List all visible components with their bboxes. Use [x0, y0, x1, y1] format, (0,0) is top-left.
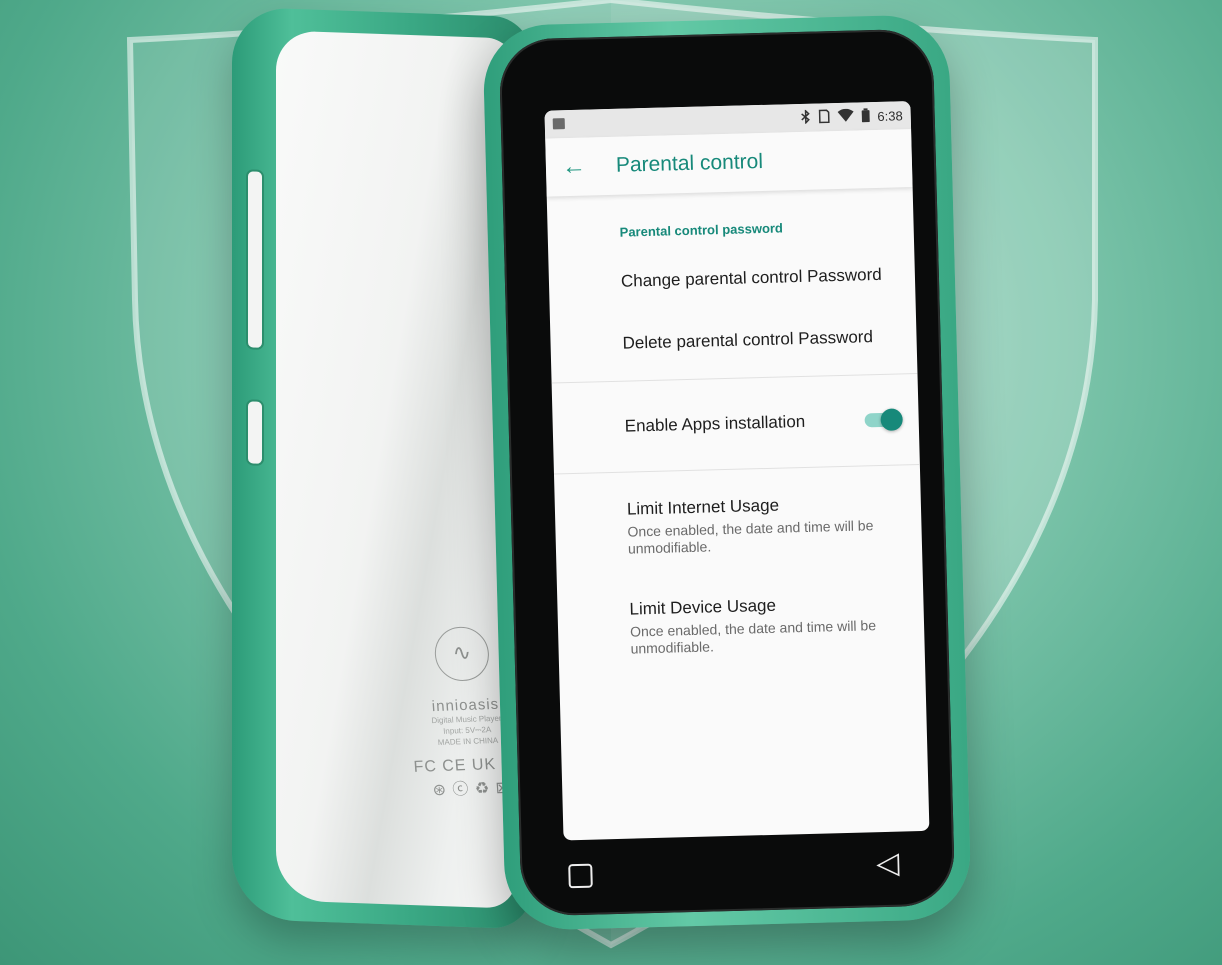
device-back-panel: ∿ innioasis Digital Music Player Input: …: [276, 30, 526, 909]
arrow-left-icon[interactable]: ←: [546, 152, 603, 181]
enable-apps-installation-item[interactable]: Enable Apps installation: [552, 380, 920, 468]
enable-apps-installation-label: Enable Apps installation: [624, 411, 806, 436]
navigation-bar: ◁: [520, 830, 955, 901]
change-password-label: Change parental control Password: [620, 264, 882, 291]
page-title: Parental control: [615, 149, 764, 177]
recents-square-icon[interactable]: [568, 863, 593, 889]
limit-internet-usage-title: Limit Internet Usage: [626, 495, 780, 519]
settings-list: Parental control password Change parenta…: [547, 187, 926, 680]
device-front-view: 6:38 ← Parental control Parental control…: [482, 14, 972, 931]
limit-device-usage-title: Limit Device Usage: [629, 595, 777, 619]
delete-password-label: Delete parental control Password: [622, 327, 874, 353]
wifi-icon: [837, 108, 854, 125]
limit-device-usage-summary: Once enabled, the date and time will be …: [629, 617, 877, 657]
app-bar: ← Parental control: [545, 129, 913, 197]
brand-logo-icon: ∿: [433, 625, 491, 682]
change-password-item[interactable]: Change parental control Password: [548, 243, 915, 315]
battery-icon: [861, 107, 870, 125]
image-icon: [552, 117, 565, 129]
status-time: 6:38: [877, 107, 903, 124]
limit-internet-usage-item[interactable]: Limit Internet Usage Once enabled, the d…: [554, 471, 922, 581]
device-glass: 6:38 ← Parental control Parental control…: [498, 28, 956, 917]
power-button: [246, 399, 264, 466]
device-screen: 6:38 ← Parental control Parental control…: [544, 101, 930, 841]
toggle-knob: [880, 408, 903, 431]
volume-button: [246, 169, 264, 350]
enable-apps-installation-toggle[interactable]: [864, 408, 903, 431]
limit-internet-usage-summary: Once enabled, the date and time will be …: [627, 517, 874, 557]
back-triangle-icon[interactable]: ◁: [876, 846, 900, 882]
limit-device-usage-item[interactable]: Limit Device Usage Once enabled, the dat…: [557, 571, 925, 681]
sd-card-icon: [818, 109, 830, 126]
delete-password-item[interactable]: Delete parental control Password: [550, 305, 917, 377]
bluetooth-icon: [800, 108, 810, 126]
